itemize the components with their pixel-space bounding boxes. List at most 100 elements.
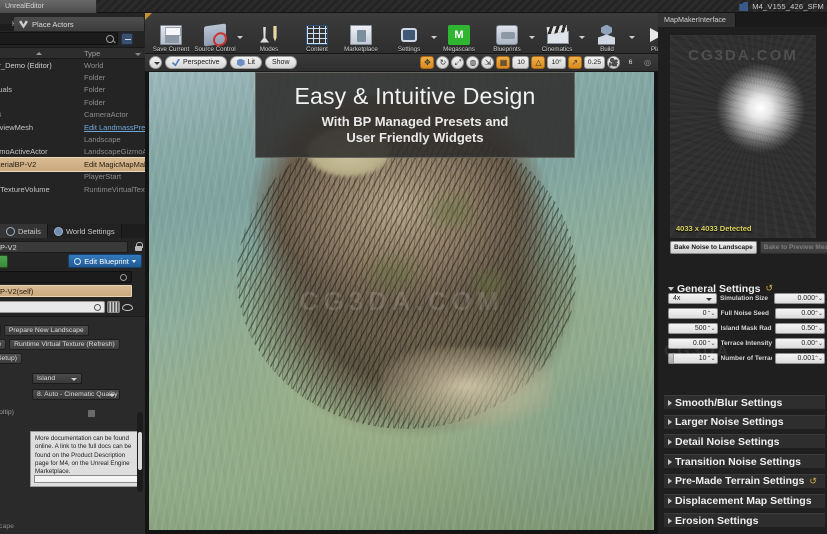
scale-snap-toggle[interactable]: ↗: [567, 56, 582, 69]
angle-snap-value[interactable]: 10°: [547, 56, 566, 69]
section-larger-noise-settings[interactable]: Larger Noise Settings: [664, 414, 825, 429]
bake-to-preview-mesh-button[interactable]: Bake to Preview Mesh: [759, 241, 827, 254]
toolbar-button-modes[interactable]: Modes: [247, 14, 291, 53]
outliner-row[interactable]: tor3 CameraActor: [0, 109, 145, 121]
actor-name-input[interactable]: BP-V2: [0, 240, 128, 253]
documentation-link-input[interactable]: [34, 475, 138, 483]
outliner-row[interactable]: tualTextureVolume RuntimeVirtualTextu: [0, 183, 145, 195]
spinner-arrows-icon[interactable]: ⌃⌄: [706, 341, 715, 347]
outliner-row[interactable]: MaterialBP-V2 Edit MagicMapMak: [0, 157, 145, 172]
edit-blueprint-button[interactable]: Edit Blueprint: [68, 254, 142, 268]
setting-right-field[interactable]: 0.50 ⌃⌄: [774, 323, 825, 334]
rotate-gizmo-button[interactable]: ↻: [436, 56, 450, 69]
scale-gizmo-button[interactable]: ⤢: [451, 56, 465, 69]
translate-gizmo-button[interactable]: ✥: [420, 56, 435, 69]
section-displacement-map-settings[interactable]: Displacement Map Settings: [664, 493, 825, 508]
spinner-arrows-icon[interactable]: ⌃⌄: [814, 356, 823, 362]
scale-snap-value[interactable]: 0.25: [583, 56, 605, 69]
eye-icon[interactable]: [122, 301, 133, 313]
section-pre-made-terrain-settings[interactable]: Pre-Made Terrain Settings ↺: [664, 473, 825, 488]
section-smooth-blur-settings[interactable]: Smooth/Blur Settings: [664, 395, 825, 409]
setting-left-field[interactable]: 10 ⌃⌄: [668, 353, 718, 364]
tab-details[interactable]: Details: [0, 224, 48, 238]
setting-right-field[interactable]: 0.000 ⌃⌄: [774, 293, 825, 304]
chevron-down-icon[interactable]: [135, 53, 141, 56]
angle-snap-toggle[interactable]: △: [531, 56, 546, 69]
surface-snap-button[interactable]: ⇲: [481, 56, 495, 69]
toolbar-button-source-control[interactable]: Source Control: [193, 14, 237, 53]
spinner-arrows-icon[interactable]: ⌃⌄: [706, 326, 715, 332]
section-transition-noise-settings[interactable]: Transition Noise Settings: [664, 454, 825, 469]
spinner-arrows-icon[interactable]: ⌃⌄: [706, 311, 715, 317]
add-component-button[interactable]: [0, 255, 8, 268]
outliner-row[interactable]: Landscape: [0, 133, 145, 145]
outliner-row[interactable]: uffFolder: [0, 96, 145, 108]
bake-noise-to-landscape-button[interactable]: Bake Noise to Landscape: [670, 241, 757, 254]
toolbar-button-blueprints[interactable]: Blueprints: [485, 14, 529, 53]
view-mode-lit-button[interactable]: Lit: [229, 56, 262, 69]
spinner-arrows-icon[interactable]: ⌃⌄: [814, 341, 823, 347]
reset-button[interactable]: eset: [0, 325, 1, 336]
perspective-button[interactable]: Perspective: [165, 56, 227, 69]
toolbar-button-save-current[interactable]: Save Current: [149, 14, 193, 53]
toolbar-button-cinematics[interactable]: Cinematics: [535, 14, 579, 53]
spinner-arrows-icon[interactable]: ⌃⌄: [814, 326, 823, 332]
runtime-virtual-texture-setup-button[interactable]: ure (Setup): [0, 353, 23, 364]
foliage-button[interactable]: oliage: [0, 339, 7, 350]
window-tab[interactable]: UnrealEditor: [0, 0, 97, 13]
outliner-search-input[interactable]: [0, 32, 118, 45]
column-header-type[interactable]: Type: [84, 49, 100, 58]
show-menu-button[interactable]: Show: [264, 56, 297, 69]
setting-right-field[interactable]: 0.001 ⌃⌄: [774, 353, 825, 364]
setting-left-field[interactable]: 0 ⌃⌄: [668, 308, 718, 319]
outliner-row[interactable]: Folder: [0, 71, 145, 83]
component-search-input[interactable]: [0, 271, 132, 283]
world-space-button[interactable]: ◍: [466, 56, 480, 69]
outliner-row[interactable]: ator_Demo (Editor) World: [0, 59, 145, 71]
spinner-arrows-icon[interactable]: ⌃⌄: [814, 311, 823, 317]
reset-arrow-icon[interactable]: ↺: [809, 476, 817, 487]
spinner-arrows-icon[interactable]: ⌃⌄: [814, 296, 823, 302]
lock-icon[interactable]: [134, 242, 143, 251]
camera-speed-value[interactable]: 6: [622, 56, 639, 69]
tab-mapmakerinterface[interactable]: MapMakerInterface: [658, 13, 736, 27]
details-scrollbar[interactable]: [137, 412, 143, 492]
outliner-row[interactable]: Visuals Folder: [0, 84, 145, 96]
outliner-row[interactable]: GizmoActiveActor LandscapeGizmoAct: [0, 146, 145, 158]
viewport-options-button[interactable]: [149, 56, 162, 69]
toolbar-button-content[interactable]: Content: [295, 14, 339, 53]
quality-preset-dropdown[interactable]: 8. Auto - Cinematic Quality / Lo: [32, 389, 120, 400]
toolbar-button-megascans[interactable]: Megascans: [437, 14, 481, 53]
setting-right-field[interactable]: 0.00 ⌃⌄: [774, 338, 825, 349]
slider-handle[interactable]: [669, 354, 674, 363]
chevron-down-icon[interactable]: [237, 36, 243, 39]
property-search-input[interactable]: [0, 301, 105, 313]
tooltip-checkbox[interactable]: [87, 409, 96, 418]
camera-speed-button[interactable]: 🎥: [607, 56, 620, 69]
toolbar-button-marketplace[interactable]: Marketplace: [339, 14, 383, 53]
setting-right-field[interactable]: 0.00 ⌃⌄: [774, 308, 825, 319]
viewport-maximize-button[interactable]: ◎: [641, 56, 654, 69]
island-type-dropdown[interactable]: Island: [32, 373, 82, 384]
grid-snap-value[interactable]: 10: [512, 56, 530, 69]
prepare-new-landscape-button[interactable]: Prepare New Landscape: [3, 325, 89, 336]
toolbar-button-settings[interactable]: Settings: [387, 14, 431, 53]
outliner-row[interactable]: tPlayerStart: [0, 171, 145, 183]
spinner-arrows-icon[interactable]: ⌃⌄: [706, 356, 715, 362]
add-actor-button[interactable]: [121, 32, 133, 45]
toolbar-button-build[interactable]: Build: [585, 14, 629, 53]
section-detail-noise-settings[interactable]: Detail Noise Settings: [664, 434, 825, 449]
category-view-button[interactable]: [107, 301, 120, 313]
runtime-virtual-texture-refresh-button[interactable]: Runtime Virtual Texture (Refresh): [9, 339, 120, 350]
setting-left-field[interactable]: 0.00 ⌃⌄: [668, 338, 718, 349]
component-row-self[interactable]: BP-V2(self): [0, 285, 132, 297]
section-erosion-settings[interactable]: Erosion Settings: [664, 513, 825, 528]
noise-preview[interactable]: CG3DA.COM 4033 x 4033 Detected: [670, 35, 816, 238]
sort-ascending-icon[interactable]: [36, 52, 42, 55]
tab-world-settings[interactable]: World Settings: [47, 224, 122, 238]
outliner-row[interactable]: PreviewMesh Edit LandmassPres: [0, 121, 145, 133]
setting-left-field[interactable]: 500 ⌃⌄: [668, 323, 718, 334]
tab-place-actors[interactable]: Place Actors: [14, 17, 144, 31]
setting-left-field[interactable]: 4x: [668, 293, 717, 304]
grid-snap-toggle[interactable]: ▦: [496, 56, 511, 69]
